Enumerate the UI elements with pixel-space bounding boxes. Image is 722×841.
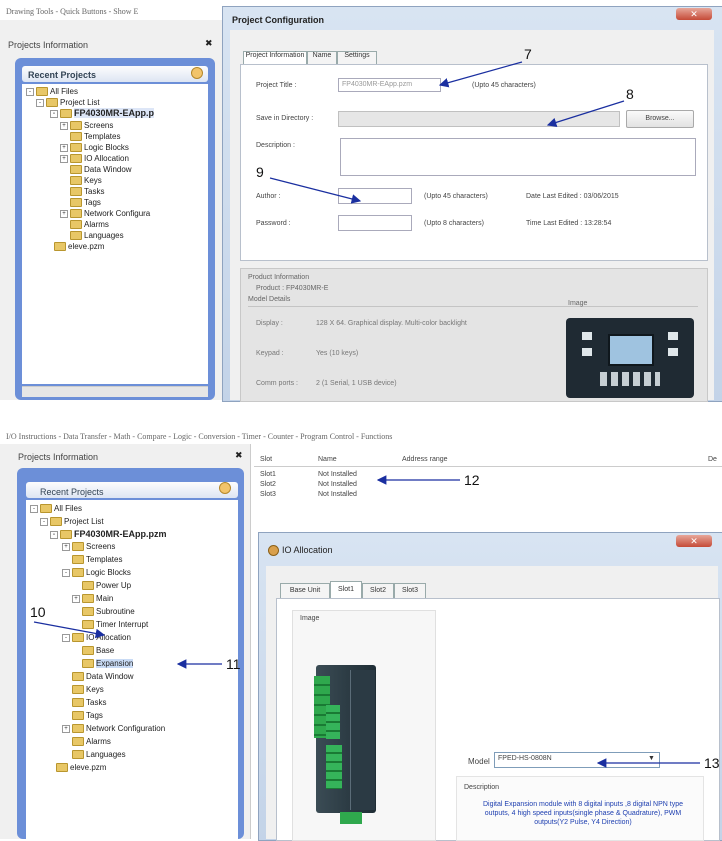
callout-11: 11 <box>226 656 241 672</box>
callout-12: 12 <box>464 472 480 488</box>
callout-arrow-8 <box>546 100 625 128</box>
callout-arrow-10 <box>33 621 106 639</box>
callout-arrow-9 <box>269 177 362 204</box>
callout-9: 9 <box>256 164 264 180</box>
callout-10: 10 <box>30 604 46 620</box>
callout-8: 8 <box>626 86 634 102</box>
callout-arrow-7 <box>438 61 523 88</box>
callout-13: 13 <box>704 755 720 771</box>
callout-7: 7 <box>524 46 532 62</box>
callout-arrows <box>33 61 700 768</box>
